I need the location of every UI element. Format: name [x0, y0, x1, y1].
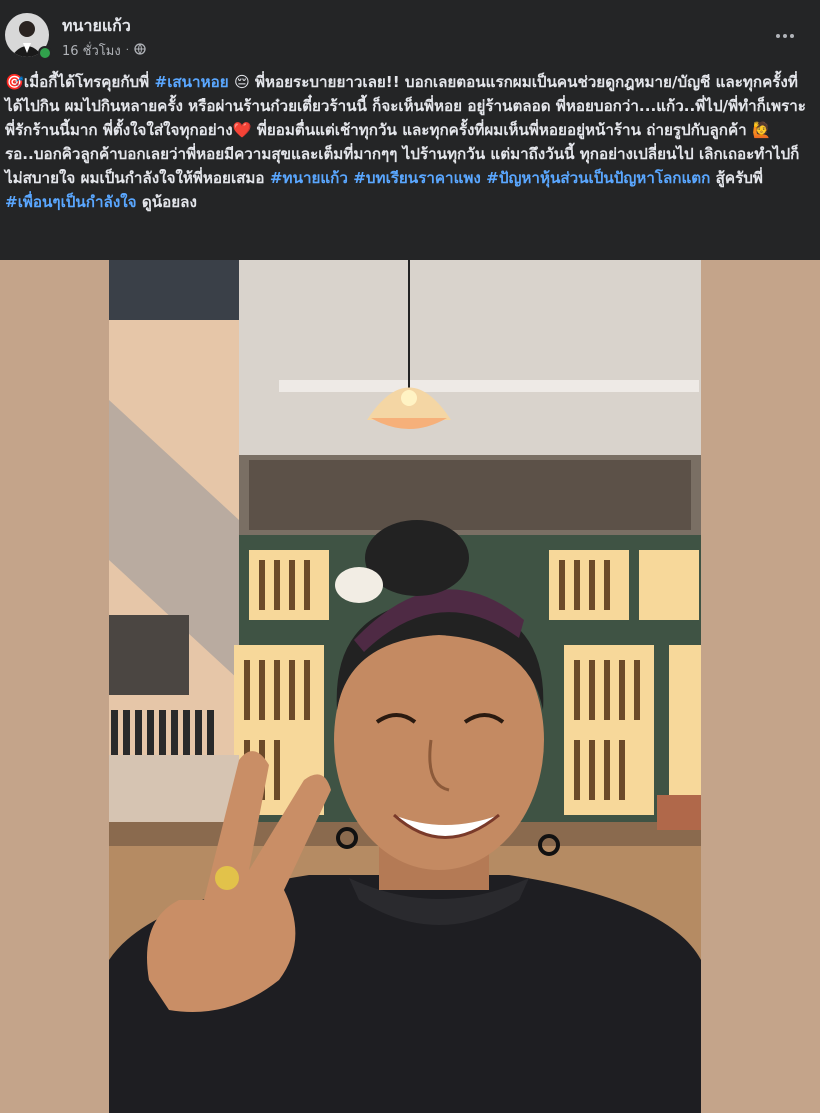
post-header: ทนายแก้ว 16 ชั่วโมง ·: [0, 0, 820, 66]
caption-text: เมื่อกี้ได้โทรคุยกับพี่: [23, 73, 155, 91]
post-time[interactable]: 16 ชั่วโมง: [62, 40, 121, 61]
more-horizontal-icon: [775, 24, 795, 43]
caption-text: สู้ครับพี่: [710, 169, 763, 187]
meta-separator: ·: [125, 45, 129, 56]
hashtag-link[interactable]: #ปัญหาหุ้นส่วนเป็นปัญหาโลกแตก: [486, 169, 710, 187]
hashtag-link[interactable]: #เสนาหอย: [154, 73, 228, 91]
globe-icon: [134, 42, 146, 59]
hashtag-link[interactable]: #ทนายแก้ว: [270, 169, 348, 187]
more-options-button[interactable]: [770, 18, 800, 48]
heart-emoji: ❤️: [232, 121, 252, 139]
post-photo[interactable]: [109, 260, 701, 1113]
selfie-photo-illustration: [109, 260, 701, 1113]
target-emoji: 🎯: [5, 73, 24, 91]
post-meta: 16 ชั่วโมง ·: [62, 40, 146, 61]
online-status-dot: [38, 46, 52, 60]
hashtag-link[interactable]: #บทเรียนราคาแพง: [353, 169, 481, 187]
caption-text: ดูน้อยลง: [136, 193, 197, 211]
post-caption: 🎯เมื่อกี้ได้โทรคุยกับพี่ #เสนาหอย 😔 พี่ห…: [5, 70, 811, 214]
author-name[interactable]: ทนายแก้ว: [62, 14, 131, 39]
post-media[interactable]: [0, 260, 820, 1113]
hashtag-link[interactable]: #เพื่อนๆเป็นกำลังใจ: [5, 193, 137, 211]
